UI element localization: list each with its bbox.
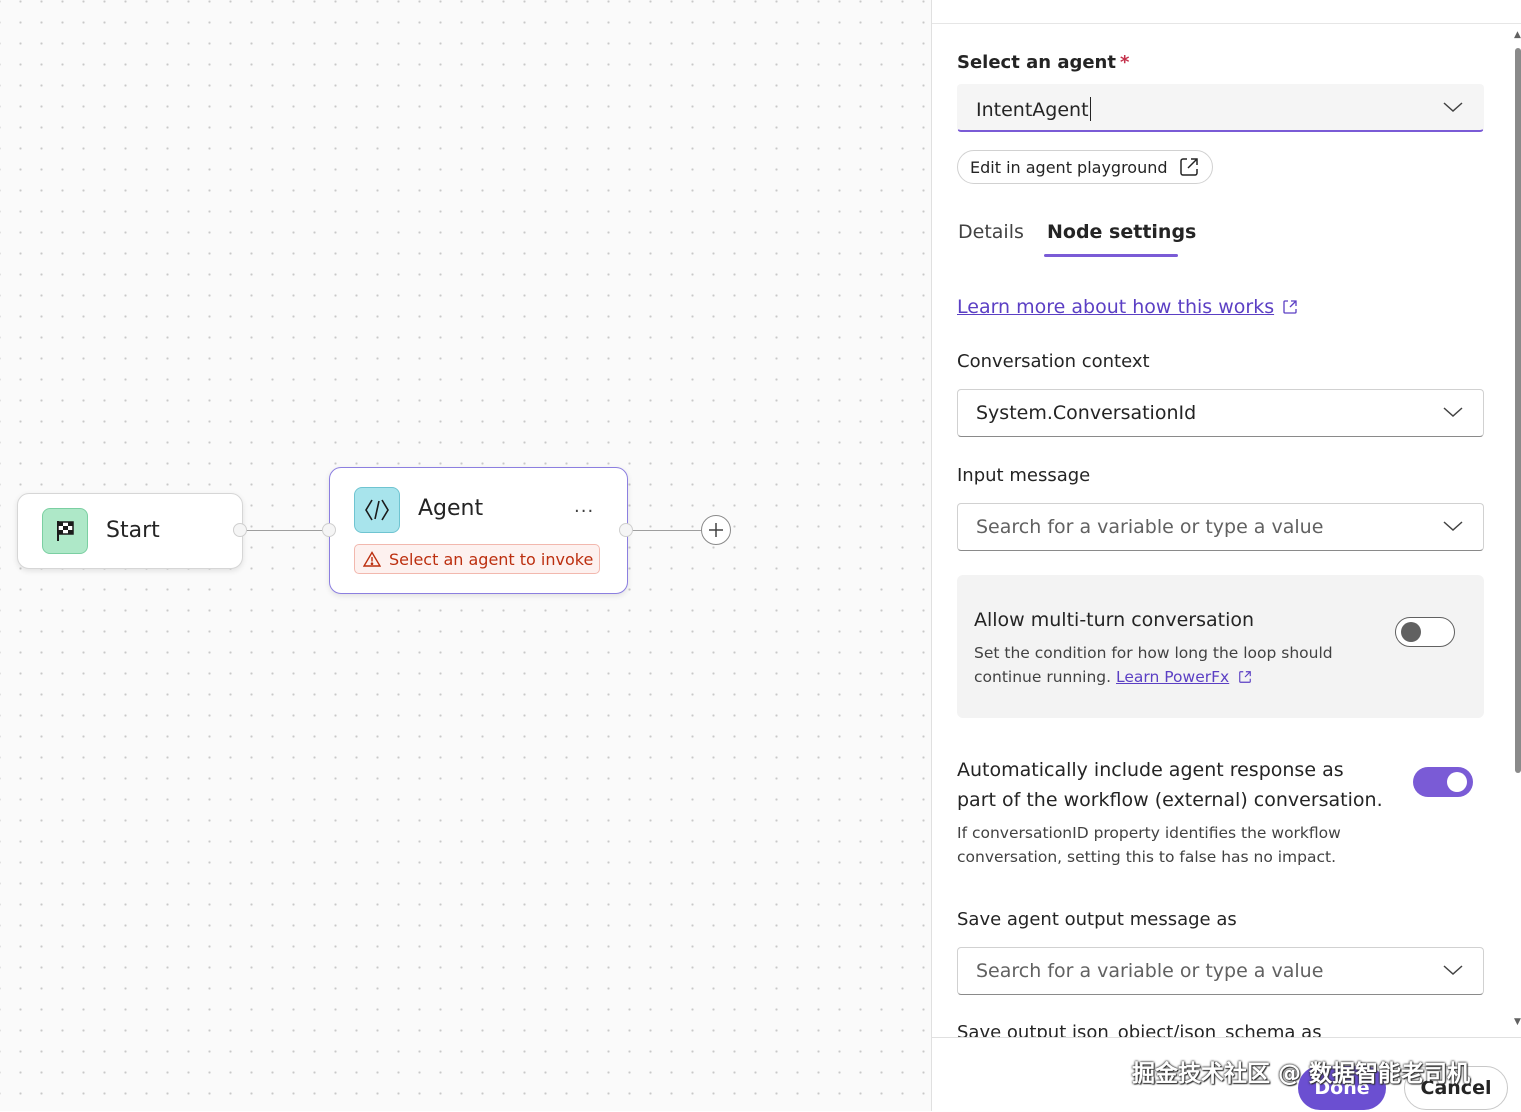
checkered-flag-icon: [42, 508, 88, 554]
open-external-icon: [1239, 671, 1251, 683]
conversation-context-dropdown[interactable]: System.ConversationId: [957, 389, 1484, 437]
watermark-text: 掘金技术社区 @ 数据智能老司机: [1132, 1061, 1471, 1087]
save-json-label-clip: Save output json_object/json_schema as: [957, 1018, 1497, 1038]
properties-panel: Select an agent * IntentAgent Edit in age…: [931, 0, 1521, 1112]
workflow-canvas[interactable]: Start Agent ... Select an agent to invok…: [0, 0, 931, 1111]
auto-include-description: If conversationID property identifies th…: [957, 824, 1341, 866]
edge-start-agent: [240, 530, 330, 531]
start-node[interactable]: Start: [17, 493, 243, 569]
auto-include-title: Automatically include agent response as …: [957, 759, 1383, 811]
agent-warning-text: Select an agent to invoke: [389, 549, 594, 569]
plus-icon: [709, 523, 723, 537]
select-agent-label-text: Select an agent: [957, 52, 1116, 73]
toggle-knob: [1401, 622, 1421, 642]
code-brackets-icon: [354, 487, 400, 533]
add-node-button[interactable]: [701, 515, 731, 545]
learn-more-link-row: Learn more about how this works: [957, 296, 1298, 318]
required-mark: *: [1119, 52, 1130, 73]
panel-divider: [932, 23, 1521, 24]
tab-details[interactable]: Details: [958, 221, 1024, 243]
edge-agent-add: [626, 530, 702, 531]
conversation-context-label: Conversation context: [957, 351, 1150, 372]
multi-turn-section: Allow multi-turn conversation Set the co…: [957, 575, 1484, 718]
agent-input-port[interactable]: [322, 523, 336, 537]
start-output-port[interactable]: [233, 523, 247, 537]
auto-include-toggle[interactable]: [1413, 767, 1473, 797]
open-external-icon: [1283, 300, 1297, 314]
select-agent-value: IntentAgent: [976, 97, 1092, 121]
edit-in-playground-label: Edit in agent playground: [970, 157, 1168, 177]
warning-icon: [363, 551, 381, 567]
select-agent-label: Select an agent *: [957, 52, 1129, 73]
edit-in-playground-button[interactable]: Edit in agent playground: [957, 150, 1213, 184]
active-tab-indicator: [1044, 254, 1178, 257]
scrollbar-thumb[interactable]: [1515, 48, 1521, 773]
learn-more-link[interactable]: Learn more about how this works: [957, 296, 1274, 318]
conversation-context-value: System.ConversationId: [976, 402, 1197, 424]
chevron-down-icon[interactable]: [1443, 100, 1463, 114]
agent-output-port[interactable]: [619, 523, 633, 537]
toggle-knob: [1447, 772, 1467, 792]
panel-footer: Done Cancel 掘金技术社区 @ 数据智能老司机: [932, 1037, 1521, 1112]
save-output-label: Save agent output message as: [957, 909, 1237, 930]
save-json-label: Save output json_object/json_schema as: [957, 1022, 1322, 1038]
multi-turn-toggle[interactable]: [1395, 617, 1455, 647]
scroll-down-arrow-icon[interactable]: ▼: [1514, 1017, 1521, 1027]
open-external-icon: [1179, 158, 1198, 176]
more-options-icon[interactable]: ...: [574, 496, 594, 517]
input-message-dropdown[interactable]: Search for a variable or type a value: [957, 503, 1484, 551]
save-output-placeholder: Search for a variable or type a value: [976, 960, 1324, 982]
multi-turn-description: Set the condition for how long the loop …: [974, 641, 1354, 689]
save-output-dropdown[interactable]: Search for a variable or type a value: [957, 947, 1484, 995]
tab-node-settings[interactable]: Node settings: [1047, 221, 1196, 243]
select-agent-value-text: IntentAgent: [976, 99, 1089, 121]
agent-warning-badge: Select an agent to invoke: [354, 544, 600, 574]
chevron-down-icon[interactable]: [1443, 405, 1463, 419]
chevron-down-icon[interactable]: [1443, 963, 1463, 977]
learn-powerfx-link[interactable]: Learn PowerFx: [1116, 668, 1229, 686]
start-node-label: Start: [106, 518, 160, 543]
agent-node[interactable]: Agent ... Select an agent to invoke: [329, 467, 628, 594]
scroll-up-arrow-icon[interactable]: ▲: [1514, 30, 1521, 40]
select-agent-dropdown[interactable]: IntentAgent: [957, 84, 1484, 132]
input-message-placeholder: Search for a variable or type a value: [976, 516, 1324, 538]
agent-node-label: Agent: [418, 496, 484, 521]
multi-turn-title: Allow multi-turn conversation: [974, 609, 1255, 631]
chevron-down-icon[interactable]: [1443, 519, 1463, 533]
text-caret: [1089, 97, 1092, 121]
input-message-label: Input message: [957, 465, 1091, 486]
